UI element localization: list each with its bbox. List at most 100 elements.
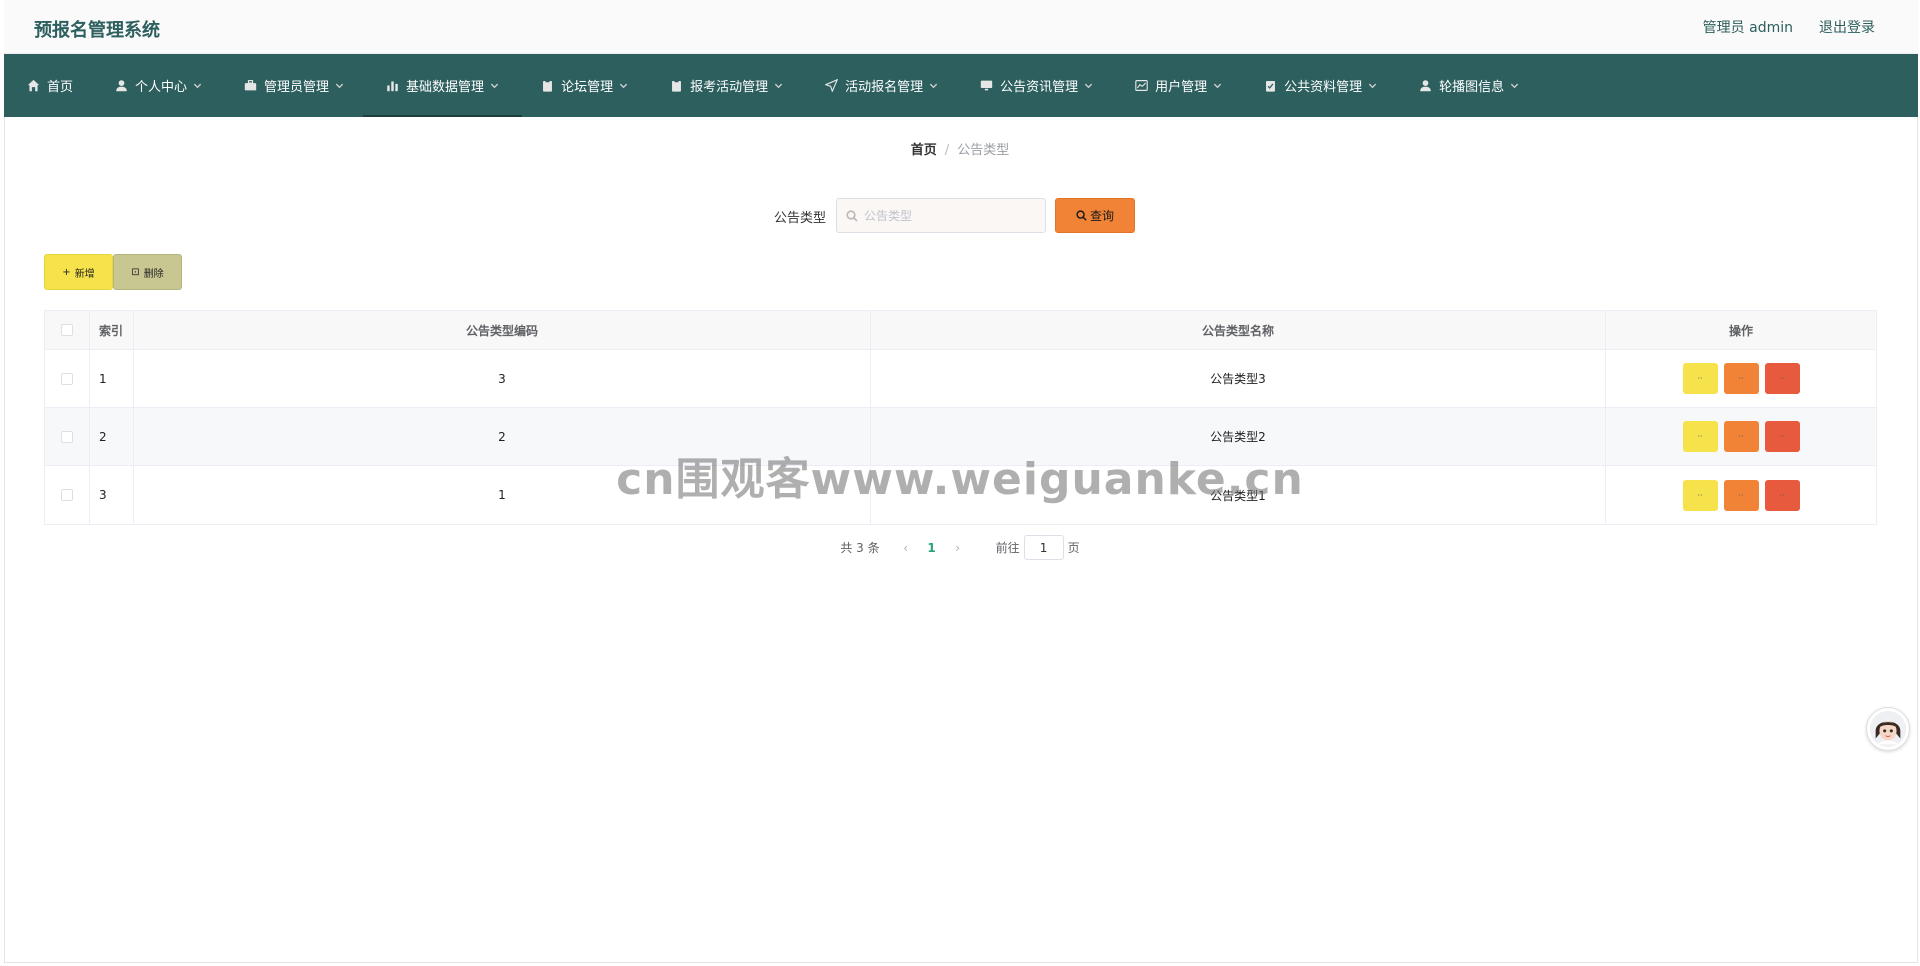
data-table: 索引 公告类型编码 公告类型名称 操作 1 3 公告类型3 ·· ·· ·· 2… xyxy=(44,310,1877,525)
cell-actions: ·· ·· ·· xyxy=(1606,466,1876,524)
current-user-label: 管理员 admin xyxy=(1702,20,1793,36)
user-icon xyxy=(114,79,128,93)
chevron-down-icon xyxy=(1368,81,1377,90)
nav-item-base-data[interactable]: 基础数据管理 xyxy=(363,54,523,117)
delete-button-label: 删除 xyxy=(143,268,164,280)
search-input-wrapper[interactable] xyxy=(836,198,1046,233)
main-nav: 首页 个人中心 管理员管理 基础数据管理 论坛管理 报考活动管理 活动报名管理 … xyxy=(4,54,1918,117)
header-name: 公告类型名称 xyxy=(871,311,1606,349)
view-button[interactable]: ·· xyxy=(1682,479,1718,511)
nav-item-profile[interactable]: 个人中心 xyxy=(114,54,223,117)
chevron-down-icon xyxy=(193,81,202,90)
logout-link[interactable]: 退出登录 xyxy=(1819,17,1875,37)
breadcrumb-current: 公告类型 xyxy=(957,143,1010,158)
pagination: 共 3 条 ‹ 1 › 前往 1 页 xyxy=(0,535,1920,560)
app-title: 预报名管理系统 xyxy=(34,20,160,41)
row-delete-button[interactable]: ·· xyxy=(1764,421,1800,452)
select-all-cell xyxy=(45,311,90,349)
pagination-total: 共 3 条 xyxy=(840,541,880,555)
page-suffix: 页 xyxy=(1067,541,1080,555)
cell-index: 1 xyxy=(90,350,134,407)
table-row: 1 3 公告类型3 ·· ·· ·· xyxy=(45,350,1876,408)
row-checkbox[interactable] xyxy=(61,372,73,385)
row-delete-button[interactable]: ·· xyxy=(1764,363,1800,394)
search-input[interactable] xyxy=(864,208,1034,223)
edit-button[interactable]: ·· xyxy=(1723,479,1759,511)
view-button[interactable]: ·· xyxy=(1682,421,1718,452)
breadcrumb-separator: / xyxy=(944,143,950,158)
nav-item-admin[interactable]: 管理员管理 xyxy=(243,54,365,117)
cell-actions: ·· ·· ·· xyxy=(1606,350,1876,407)
cell-actions: ·· ·· ·· xyxy=(1606,408,1876,465)
nav-item-label: 个人中心 xyxy=(135,80,188,95)
breadcrumb: 首页 / 公告类型 xyxy=(0,139,1920,158)
search-icon xyxy=(846,209,858,222)
chevron-down-icon xyxy=(619,81,628,90)
breadcrumb-home[interactable]: 首页 xyxy=(911,143,937,158)
goto-page-input[interactable]: 1 xyxy=(1023,535,1064,560)
search-label: 公告类型 xyxy=(774,211,827,226)
nav-item-label: 公告资讯管理 xyxy=(1000,80,1079,95)
add-button[interactable]: + 新增 xyxy=(44,254,113,290)
briefcase-icon xyxy=(243,79,257,93)
nav-item-exam-activity[interactable]: 报考活动管理 xyxy=(669,54,804,117)
nav-item-carousel[interactable]: 轮播图信息 xyxy=(1418,54,1540,117)
nav-item-forum[interactable]: 论坛管理 xyxy=(540,54,649,117)
cell-name: 公告类型1 xyxy=(871,466,1606,524)
chevron-down-icon xyxy=(490,81,499,90)
goto-label: 前往 xyxy=(995,541,1020,555)
send-icon xyxy=(824,79,838,93)
nav-item-label: 活动报名管理 xyxy=(845,80,924,95)
cell-code: 3 xyxy=(134,350,871,407)
cell-name: 公告类型2 xyxy=(871,408,1606,465)
row-check-cell xyxy=(45,408,90,465)
user-icon xyxy=(1418,79,1432,93)
page-number[interactable]: 1 xyxy=(916,541,948,555)
top-bar: 预报名管理系统 管理员 admin 退出登录 xyxy=(4,0,1918,54)
prev-page-icon[interactable]: ‹ xyxy=(896,541,916,555)
nav-item-activity-signup[interactable]: 活动报名管理 xyxy=(824,54,959,117)
row-checkbox[interactable] xyxy=(61,430,73,443)
edit-button[interactable]: ·· xyxy=(1723,363,1759,394)
monitor-icon xyxy=(979,79,993,93)
home-icon xyxy=(26,79,40,93)
plus-icon: + xyxy=(62,266,71,278)
nav-item-label: 管理员管理 xyxy=(264,80,330,95)
nav-item-label: 基础数据管理 xyxy=(406,80,485,95)
chevron-down-icon xyxy=(929,81,938,90)
edit-button[interactable]: ·· xyxy=(1723,421,1759,452)
view-button[interactable]: ·· xyxy=(1682,363,1718,394)
nav-item-public-materials[interactable]: 公共资料管理 xyxy=(1263,54,1398,117)
nav-item-home[interactable]: 首页 xyxy=(26,54,94,117)
chevron-down-icon xyxy=(774,81,783,90)
nav-item-label: 用户管理 xyxy=(1155,80,1208,95)
header-code: 公告类型编码 xyxy=(134,311,871,349)
row-checkbox[interactable] xyxy=(61,489,73,501)
nav-item-users[interactable]: 用户管理 xyxy=(1134,54,1243,117)
nav-item-announcements[interactable]: 公告资讯管理 xyxy=(979,54,1114,117)
chevron-down-icon xyxy=(1084,81,1093,90)
cell-index: 3 xyxy=(90,466,134,524)
row-delete-button[interactable]: ·· xyxy=(1764,479,1800,511)
nav-item-label: 报考活动管理 xyxy=(690,80,769,95)
delete-button[interactable]: ⊡ 删除 xyxy=(113,254,182,290)
clipboard-icon xyxy=(669,79,683,93)
search-button[interactable]: 查询 xyxy=(1055,198,1135,233)
header-actions: 操作 xyxy=(1728,323,1753,338)
trash-icon: ⊡ xyxy=(131,266,140,278)
nav-item-label: 首页 xyxy=(47,80,74,95)
chart-window-icon xyxy=(1134,79,1148,93)
header-index: 索引 xyxy=(90,311,134,349)
row-check-cell xyxy=(45,350,90,407)
avatar-face-icon xyxy=(1869,710,1907,748)
next-page-icon[interactable]: › xyxy=(948,541,968,555)
nav-item-label: 论坛管理 xyxy=(561,80,614,95)
clipboard-icon xyxy=(540,79,554,93)
chevron-down-icon xyxy=(1213,81,1222,90)
search-icon xyxy=(1076,210,1087,221)
select-all-checkbox[interactable] xyxy=(61,324,73,336)
table-header-row: 索引 公告类型编码 公告类型名称 操作 xyxy=(45,311,1876,350)
assistant-avatar[interactable] xyxy=(1866,707,1910,751)
bar-chart-icon xyxy=(385,79,399,93)
row-check-cell xyxy=(45,466,90,524)
